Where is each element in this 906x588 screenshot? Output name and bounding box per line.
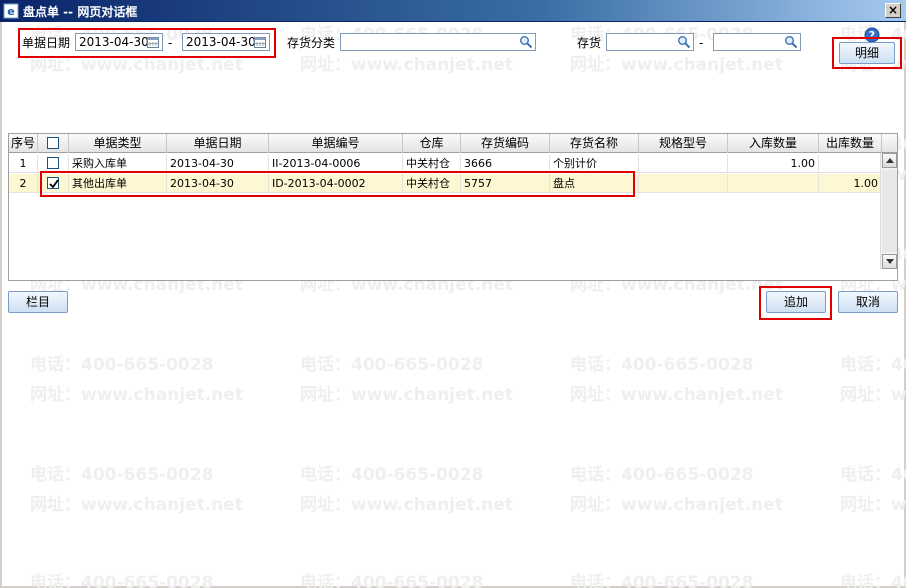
vertical-scrollbar[interactable] xyxy=(880,153,897,269)
category-label: 存货分类 xyxy=(287,36,336,50)
cell-item-name: 个别计价 xyxy=(550,154,639,173)
arrow-up-icon xyxy=(886,158,894,163)
svg-text:e: e xyxy=(7,5,14,18)
stock-from-input[interactable] xyxy=(606,33,694,51)
category-input[interactable] xyxy=(340,33,536,51)
window-title: 盘点单 -- 网页对话框 xyxy=(23,5,138,19)
cell-date: 2013-04-30 xyxy=(167,154,269,173)
cell-spec xyxy=(639,154,728,173)
seq-column-header: 序号 xyxy=(9,134,38,153)
search-icon[interactable] xyxy=(784,35,798,49)
date-label: 单据日期 xyxy=(22,36,71,50)
type-column-header: 单据类型 xyxy=(69,134,167,153)
out-qty-column-header: 出库数量 xyxy=(819,134,882,153)
window-titlebar: e 盘点单 -- 网页对话框 × xyxy=(0,0,906,22)
code-column-header: 单据编号 xyxy=(269,134,403,153)
cell-in-qty xyxy=(728,174,819,193)
cell-item-code: 5757 xyxy=(461,174,550,193)
stock-label: 存货 xyxy=(577,36,602,50)
row-checkbox[interactable] xyxy=(47,157,59,169)
cell-seq: 2 xyxy=(9,174,38,193)
scroll-up-button[interactable] xyxy=(882,153,897,168)
date-to-value: 2013-04-30 xyxy=(186,35,256,49)
date-from-input[interactable]: 2013-04-30 xyxy=(75,33,163,51)
document-grid: 序号 单据类型 单据日期 单据编号 仓库 存货编码 存货名称 规格型号 入库数量 出库数量 1 采购… xyxy=(8,133,898,281)
cell-code: II-2013-04-0006 xyxy=(269,154,403,173)
date-from-value: 2013-04-30 xyxy=(79,35,149,49)
cell-in-qty: 1.00 xyxy=(728,154,819,173)
cell-type: 其他出库单 xyxy=(69,174,167,193)
grid-header: 序号 单据类型 单据日期 单据编号 仓库 存货编码 存货名称 规格型号 入库数量 出库数量 xyxy=(9,134,897,153)
cell-warehouse: 中关村仓 xyxy=(403,174,461,193)
table-row[interactable]: 2 其他出库单 2013-04-30 ID-2013-04-0002 中关村仓 5757 盘… xyxy=(9,174,882,193)
help-glyph: ? xyxy=(869,29,875,42)
warehouse-column-header: 仓库 xyxy=(403,134,461,153)
ie-page-icon: e xyxy=(3,3,19,19)
search-icon[interactable] xyxy=(519,35,533,49)
cell-out-qty xyxy=(819,154,882,173)
arrow-down-icon xyxy=(886,259,894,264)
cell-code: ID-2013-04-0002 xyxy=(269,174,403,193)
cell-seq: 1 xyxy=(9,154,38,173)
columns-button[interactable]: 栏目 xyxy=(8,291,68,313)
cell-item-name: 盘点 xyxy=(550,174,639,193)
row-select-cell[interactable] xyxy=(38,174,69,193)
search-icon[interactable] xyxy=(677,35,691,49)
scroll-track[interactable] xyxy=(882,170,897,252)
detail-button[interactable]: 明细 xyxy=(839,42,895,64)
checkmark-icon xyxy=(49,179,59,189)
stock-to-input[interactable] xyxy=(713,33,801,51)
stock-separator: - xyxy=(699,36,704,50)
in-qty-column-header: 入库数量 xyxy=(728,134,819,153)
date-separator: - xyxy=(168,36,173,50)
cancel-button[interactable]: 取消 xyxy=(838,291,898,313)
calendar-icon[interactable] xyxy=(253,35,267,49)
table-row[interactable]: 1 采购入库单 2013-04-30 II-2013-04-0006 中关村仓 3666 个… xyxy=(9,154,882,173)
item-code-column-header: 存货编码 xyxy=(461,134,550,153)
row-select-cell[interactable] xyxy=(38,154,69,173)
cell-date: 2013-04-30 xyxy=(167,174,269,193)
help-icon[interactable]: ? xyxy=(864,27,880,43)
date-to-input[interactable]: 2013-04-30 xyxy=(182,33,270,51)
select-all-checkbox[interactable] xyxy=(47,136,59,149)
select-all-column-header[interactable] xyxy=(38,134,69,153)
item-name-column-header: 存货名称 xyxy=(550,134,639,153)
calendar-icon[interactable] xyxy=(146,35,160,49)
add-button[interactable]: 追加 xyxy=(766,291,826,313)
cell-item-code: 3666 xyxy=(461,154,550,173)
cell-warehouse: 中关村仓 xyxy=(403,154,461,173)
date-column-header: 单据日期 xyxy=(167,134,269,153)
close-button[interactable]: × xyxy=(885,3,901,18)
spec-column-header: 规格型号 xyxy=(639,134,728,153)
cell-spec xyxy=(639,174,728,193)
row-checkbox[interactable] xyxy=(47,177,59,189)
scroll-down-button[interactable] xyxy=(882,254,897,269)
cell-out-qty: 1.00 xyxy=(819,174,882,193)
cell-type: 采购入库单 xyxy=(69,154,167,173)
